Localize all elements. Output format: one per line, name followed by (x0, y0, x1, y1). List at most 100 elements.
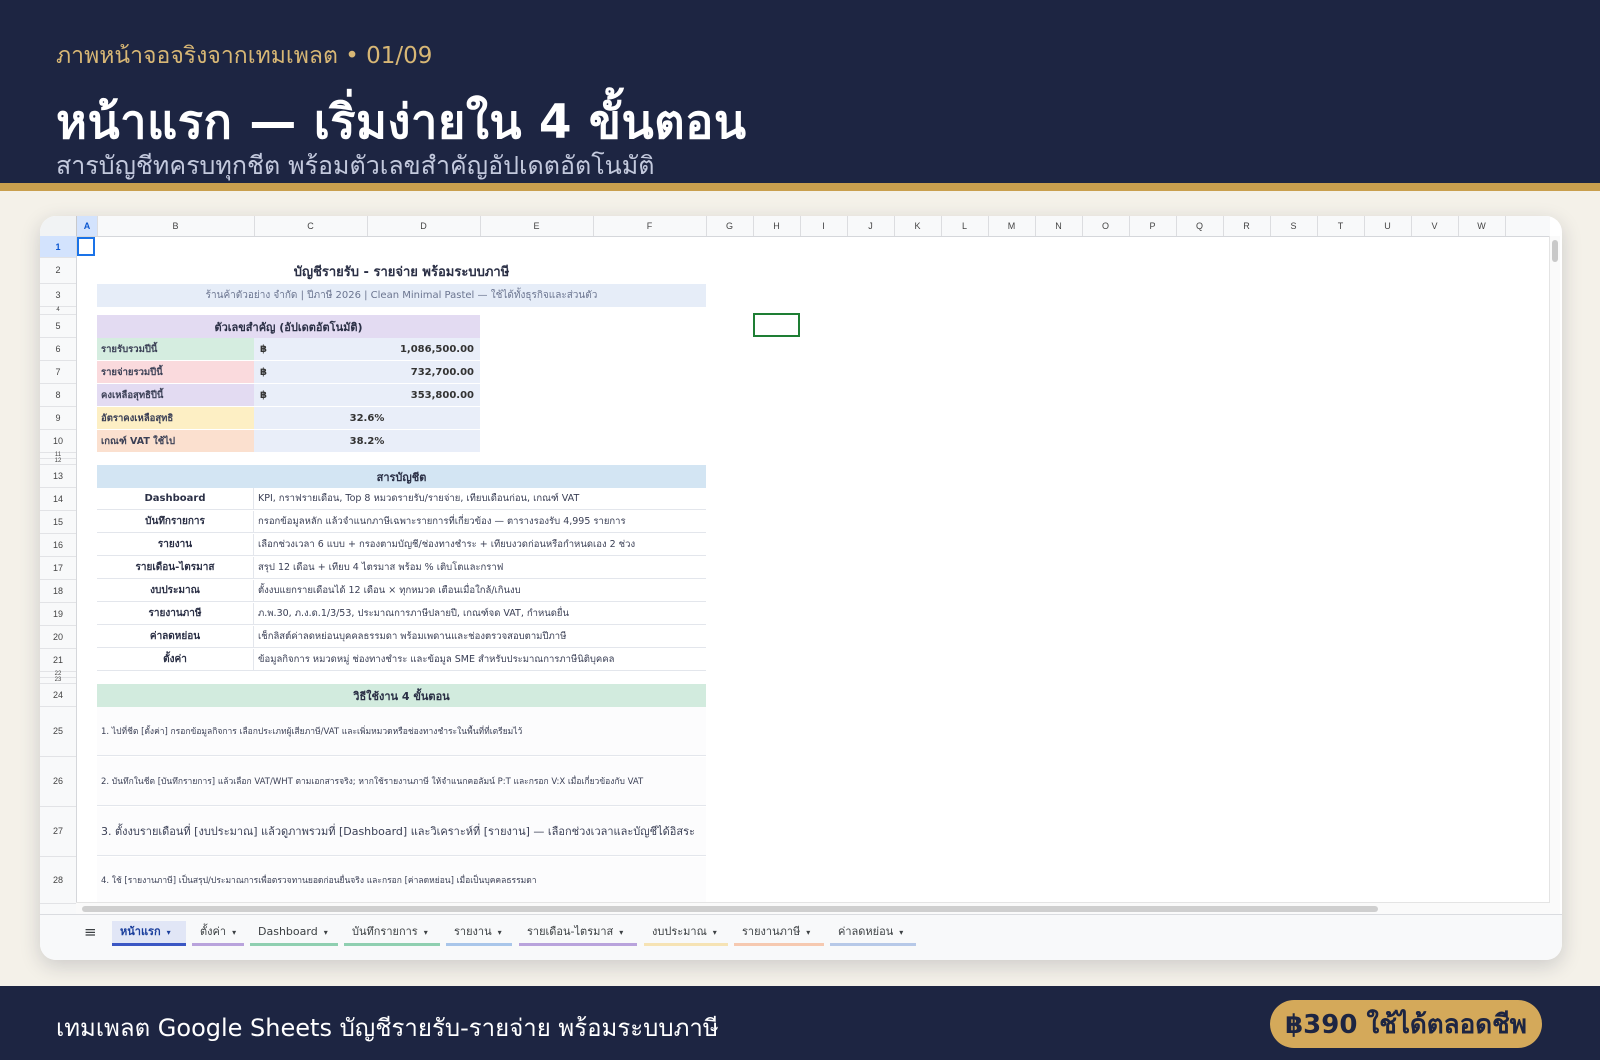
column-header-t[interactable]: T (1317, 216, 1365, 236)
sheet-tab-2[interactable]: ตั้งค่า ▾ (192, 921, 244, 946)
toc-sheet-desc: เช็กลิสต์ค่าลดหย่อนบุคคลธรรมดา พร้อมเพดา… (254, 626, 706, 648)
toc-sheet-desc: กรอกข้อมูลหลัก แล้วจำแนกภาษีเฉพาะรายการท… (254, 511, 706, 533)
chevron-down-icon[interactable]: ▾ (498, 928, 502, 937)
toc-sheet-name[interactable]: งบประมาณ (97, 580, 254, 602)
column-header-m[interactable]: M (988, 216, 1036, 236)
row-header-27[interactable]: 27 (40, 806, 76, 857)
sheet-tab-6[interactable]: รายเดือน-ไตรมาส ▾ (519, 921, 637, 946)
step-item: 4. ใช้ [รายงานภาษี] เป็นสรุป/ประมาณการเพ… (97, 857, 706, 903)
row-header-17[interactable]: 17 (40, 556, 76, 580)
toc-sheet-desc: เลือกช่วงเวลา 6 แบบ + กรองตามบัญชี/ช่องท… (254, 534, 706, 556)
column-header-v[interactable]: V (1411, 216, 1459, 236)
toc-sheet-name[interactable]: บันทึกรายการ (97, 511, 254, 533)
sheet-tab-color-indicator (644, 943, 728, 946)
row-header-24[interactable]: 24 (40, 683, 76, 707)
row-header-13[interactable]: 13 (40, 464, 76, 488)
row-header-1[interactable]: 1 (40, 236, 76, 258)
row-header-18[interactable]: 18 (40, 579, 76, 603)
sheet-tab-7[interactable]: งบประมาณ ▾ (644, 921, 728, 946)
select-all-corner[interactable] (40, 216, 77, 236)
chevron-down-icon[interactable]: ▾ (424, 928, 428, 937)
chevron-down-icon[interactable]: ▾ (232, 928, 236, 937)
kpi-currency: ฿ (254, 361, 367, 383)
kpi-label: รายจ่ายรวมปีนี้ (97, 361, 254, 383)
kpi-header: ตัวเลขสำคัญ (อัปเดตอัตโนมัติ) (97, 315, 480, 338)
row-header-8[interactable]: 8 (40, 383, 76, 407)
sheet-tab-1[interactable]: หน้าแรก ▾ (112, 921, 186, 946)
vertical-scrollbar[interactable] (1549, 236, 1560, 922)
column-header-j[interactable]: J (847, 216, 895, 236)
chevron-down-icon[interactable]: ▾ (167, 928, 171, 937)
row-header-10[interactable]: 10 (40, 429, 76, 453)
row-header-25[interactable]: 25 (40, 706, 76, 757)
toc-sheet-name[interactable]: Dashboard (97, 488, 254, 510)
row-header-2[interactable]: 2 (40, 257, 76, 284)
horizontal-scroll-thumb[interactable] (82, 906, 1378, 912)
kpi-label: คงเหลือสุทธิปีนี้ (97, 384, 254, 406)
sheet-title: บัญชีรายรับ - รายจ่าย พร้อมระบบภาษี (293, 264, 510, 280)
row-header-6[interactable]: 6 (40, 337, 76, 361)
column-header-n[interactable]: N (1035, 216, 1083, 236)
all-sheets-menu-icon[interactable]: ≡ (76, 921, 105, 943)
chevron-down-icon[interactable]: ▾ (899, 928, 903, 937)
row-header-5[interactable]: 5 (40, 314, 76, 338)
column-header-u[interactable]: U (1364, 216, 1412, 236)
row-header-20[interactable]: 20 (40, 625, 76, 649)
column-header-w[interactable]: W (1458, 216, 1506, 236)
cell-grid[interactable]: บัญชีรายรับ - รายจ่าย พร้อมระบบภาษี ร้านค… (77, 237, 1550, 922)
row-header-16[interactable]: 16 (40, 533, 76, 557)
column-header-q[interactable]: Q (1176, 216, 1224, 236)
sheet-tab-9[interactable]: ค่าลดหย่อน ▾ (830, 921, 916, 946)
column-header-o[interactable]: O (1082, 216, 1130, 236)
toc-sheet-name[interactable]: รายงาน (97, 534, 254, 556)
column-header-bar: ABCDEFGHIJKLMNOPQRSTUVW (40, 216, 1550, 237)
column-header-i[interactable]: I (800, 216, 848, 236)
row-header-15[interactable]: 15 (40, 510, 76, 534)
row-header-19[interactable]: 19 (40, 602, 76, 626)
column-header-e[interactable]: E (480, 216, 594, 236)
column-header-s[interactable]: S (1270, 216, 1318, 236)
column-header-h[interactable]: H (753, 216, 801, 236)
sheet-tab-label: หน้าแรก (120, 925, 161, 938)
toc-sheet-name[interactable]: รายเดือน-ไตรมาส (97, 557, 254, 579)
sheet-tab-color-indicator (192, 943, 244, 946)
toc-sheet-name[interactable]: ค่าลดหย่อน (97, 626, 254, 648)
active-cell-a1[interactable] (77, 237, 95, 256)
chevron-down-icon[interactable]: ▾ (713, 928, 717, 937)
row-header-7[interactable]: 7 (40, 360, 76, 384)
row-header-28[interactable]: 28 (40, 856, 76, 904)
column-header-k[interactable]: K (894, 216, 942, 236)
toc-sheet-desc: ข้อมูลกิจการ หมวดหมู่ ช่องทางชำระ และข้อ… (254, 649, 706, 671)
chevron-down-icon[interactable]: ▾ (806, 928, 810, 937)
row-header-3[interactable]: 3 (40, 283, 76, 307)
column-header-a[interactable]: A (77, 216, 98, 236)
sheet-tab-label: บันทึกรายการ (352, 925, 418, 938)
row-header-21[interactable]: 21 (40, 648, 76, 672)
column-header-f[interactable]: F (593, 216, 707, 236)
column-header-p[interactable]: P (1129, 216, 1177, 236)
column-header-c[interactable]: C (254, 216, 368, 236)
sheet-tab-8[interactable]: รายงานภาษี ▾ (734, 921, 824, 946)
column-header-l[interactable]: L (941, 216, 989, 236)
toc-sheet-name[interactable]: ตั้งค่า (97, 649, 254, 671)
toc-sheet-desc: สรุป 12 เดือน + เทียบ 4 ไตรมาส พร้อม % เ… (254, 557, 706, 579)
row-header-9[interactable]: 9 (40, 406, 76, 430)
sheet-tab-4[interactable]: บันทึกรายการ ▾ (344, 921, 440, 946)
kpi-value: 732,700.00 (367, 361, 480, 383)
sheet-tab-color-indicator (734, 943, 824, 946)
row-header-26[interactable]: 26 (40, 756, 76, 807)
sheet-tab-3[interactable]: Dashboard ▾ (250, 921, 338, 946)
toc-sheet-name[interactable]: รายงานภาษี (97, 603, 254, 625)
column-header-b[interactable]: B (97, 216, 255, 236)
row-header-14[interactable]: 14 (40, 487, 76, 511)
chevron-down-icon[interactable]: ▾ (324, 928, 328, 937)
column-header-g[interactable]: G (706, 216, 754, 236)
step-item: 1. ไปที่ชีต [ตั้งค่า] กรอกข้อมูลกิจการ เ… (97, 707, 706, 756)
chevron-down-icon[interactable]: ▾ (619, 928, 623, 937)
column-header-d[interactable]: D (367, 216, 481, 236)
column-header-r[interactable]: R (1223, 216, 1271, 236)
vertical-scroll-thumb[interactable] (1552, 240, 1558, 262)
sheet-tab-5[interactable]: รายงาน ▾ (446, 921, 512, 946)
sheet-tab-label: ค่าลดหย่อน (838, 925, 894, 938)
selected-cell-h5[interactable] (753, 313, 800, 337)
